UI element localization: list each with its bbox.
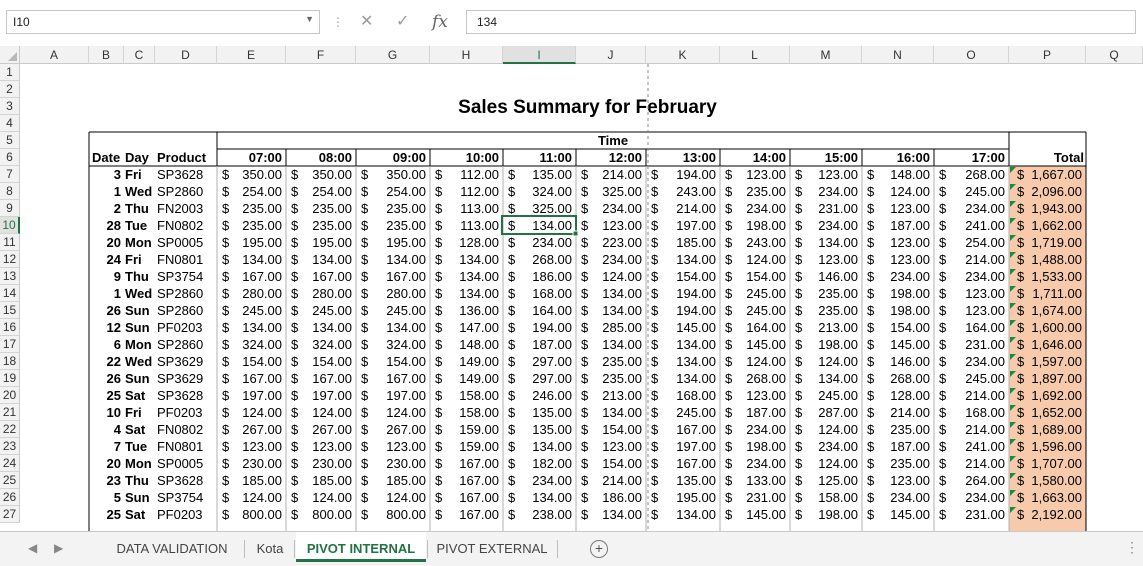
cancel-icon[interactable]: ✕ <box>360 10 373 34</box>
chevron-down-icon[interactable]: ▼ <box>305 14 314 24</box>
column-header[interactable]: L <box>720 46 790 64</box>
row-header[interactable]: 15 <box>0 302 20 319</box>
name-box[interactable]: I10 ▼ <box>6 10 320 34</box>
column-header[interactable]: C <box>124 46 155 64</box>
row-header[interactable]: 20 <box>0 387 20 404</box>
table-borders <box>88 64 1087 531</box>
row-header[interactable]: 11 <box>0 234 20 251</box>
row-header[interactable]: 1 <box>0 64 20 81</box>
row-header[interactable]: 3 <box>0 98 20 115</box>
row-header[interactable]: 2 <box>0 81 20 98</box>
tab-separator <box>427 540 428 558</box>
sheet-tab-bar: ◀ ▶ DATA VALIDATION Kota PIVOT INTERNAL PIV… <box>0 531 1143 566</box>
more-options-icon[interactable]: ⋮ <box>1125 539 1139 556</box>
row-header[interactable]: 5 <box>0 132 20 149</box>
scroll-tabs-right-icon[interactable]: ▶ <box>54 541 63 555</box>
worksheet-grid: ABCDEFGHIJKLMNOPQ 1 2 3 4 5 6 7 8 9 10 11 12 13 14 15 1… <box>0 46 1143 531</box>
row-header[interactable]: 12 <box>0 251 20 268</box>
sheet-tab[interactable]: Kota <box>246 532 294 562</box>
row-header[interactable]: 14 <box>0 285 20 302</box>
column-header[interactable]: B <box>89 46 124 64</box>
active-cell-outline[interactable] <box>501 215 577 235</box>
row-header[interactable]: 24 <box>0 455 20 472</box>
row-header[interactable]: 13 <box>0 268 20 285</box>
tab-separator <box>244 540 245 558</box>
add-sheet-icon[interactable]: + <box>590 540 608 558</box>
formula-input[interactable]: 134 <box>466 10 1136 34</box>
row-header[interactable]: 21 <box>0 404 20 421</box>
column-header[interactable]: H <box>430 46 503 64</box>
enter-icon[interactable]: ✓ <box>396 10 409 34</box>
tab-separator <box>294 540 295 558</box>
column-header[interactable]: K <box>646 46 720 64</box>
column-header[interactable]: J <box>576 46 646 64</box>
row-header[interactable]: 22 <box>0 421 20 438</box>
row-header[interactable]: 8 <box>0 183 20 200</box>
sheet-tab[interactable]: DATA VALIDATION <box>100 532 244 562</box>
row-header[interactable]: 7 <box>0 166 20 183</box>
scroll-tabs-left-icon[interactable]: ◀ <box>28 541 37 555</box>
row-header[interactable]: 23 <box>0 438 20 455</box>
row-header[interactable]: 19 <box>0 370 20 387</box>
column-header[interactable]: G <box>356 46 430 64</box>
column-header[interactable]: D <box>155 46 217 64</box>
insert-function-icon[interactable]: fx <box>432 10 448 34</box>
row-header[interactable]: 9 <box>0 200 20 217</box>
row-header[interactable]: 27 <box>0 506 20 523</box>
column-header[interactable]: O <box>934 46 1009 64</box>
column-header[interactable]: M <box>790 46 862 64</box>
sheet-tab[interactable]: PIVOT EXTERNAL <box>428 532 556 562</box>
column-header[interactable]: N <box>862 46 934 64</box>
row-header[interactable]: 26 <box>0 489 20 506</box>
cell-area[interactable]: Sales Summary for February Time Date Day Pro… <box>20 64 1143 531</box>
tab-separator <box>557 540 558 558</box>
name-box-value: I10 <box>13 15 30 29</box>
formula-value: 134 <box>477 15 498 29</box>
row-header[interactable]: 6 <box>0 149 20 166</box>
row-header[interactable]: 16 <box>0 319 20 336</box>
row-header[interactable]: 4 <box>0 115 20 132</box>
grip-icon: ⋮ <box>332 15 344 29</box>
column-header[interactable]: Q <box>1086 46 1143 64</box>
column-header[interactable]: I <box>503 46 576 64</box>
row-header[interactable]: 25 <box>0 472 20 489</box>
formula-bar: I10 ▼ ⋮ ✕ ✓ fx 134 <box>0 0 1143 46</box>
fill-handle[interactable] <box>572 230 579 237</box>
column-header[interactable]: P <box>1009 46 1086 64</box>
column-header[interactable]: F <box>286 46 356 64</box>
column-header[interactable]: A <box>20 46 89 64</box>
row-header[interactable]: 17 <box>0 336 20 353</box>
row-header[interactable]: 18 <box>0 353 20 370</box>
row-header[interactable]: 10 <box>0 217 20 234</box>
select-all-button[interactable] <box>0 46 20 64</box>
sheet-tab[interactable]: PIVOT INTERNAL <box>296 532 426 562</box>
column-header[interactable]: E <box>217 46 286 64</box>
